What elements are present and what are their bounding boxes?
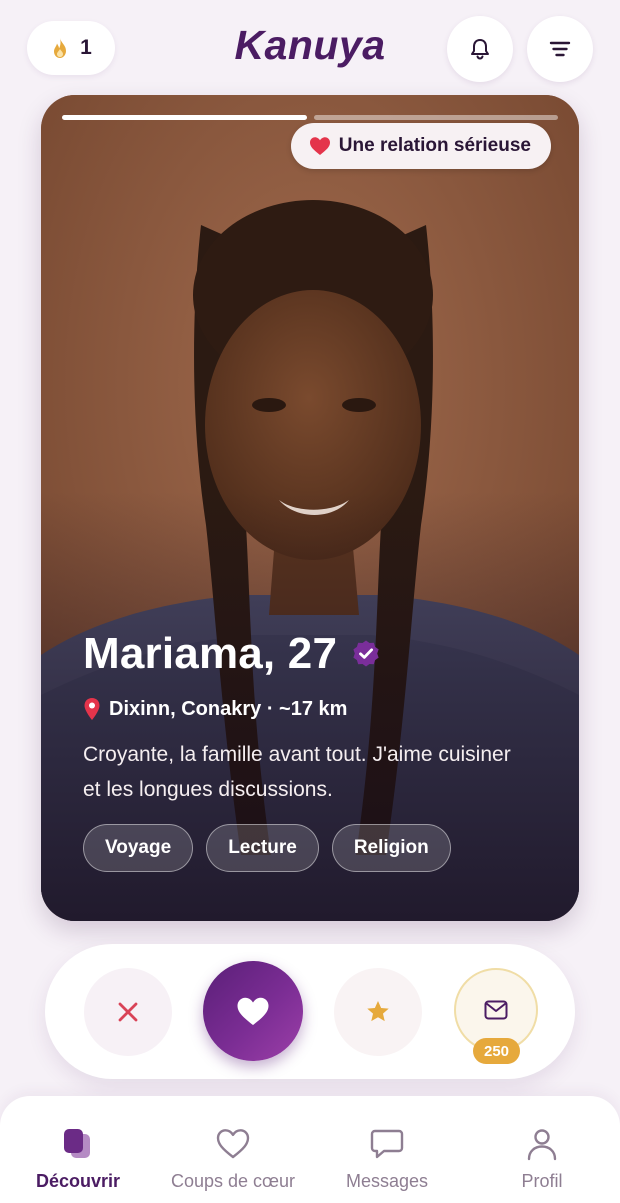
like-button[interactable] [203, 961, 303, 1061]
nav-coups-de-coeur[interactable]: Coups de cœur [167, 1096, 299, 1203]
verified-badge-icon [351, 639, 381, 669]
profile-card[interactable]: Une relation sérieuse Mariama, 27 Dixinn… [41, 95, 579, 921]
action-bar: 250 [45, 944, 575, 1079]
super-like-button[interactable] [334, 968, 422, 1056]
notifications-button[interactable] [447, 16, 513, 82]
nav-label: Découvrir [35, 1171, 121, 1191]
nav-label: Coups de cœur [170, 1171, 296, 1191]
interest-tag: Lecture [206, 824, 319, 872]
profile-location: Dixinn, Conakry · ~17 km [109, 697, 348, 720]
message-envelope-icon [484, 1000, 508, 1020]
nav-label: Messages [345, 1171, 429, 1191]
location-pin-icon [84, 698, 100, 720]
discover-icon [64, 1129, 90, 1158]
person-icon [527, 1129, 557, 1161]
pass-icon [118, 1002, 138, 1022]
nav-profil[interactable]: Profil [508, 1096, 576, 1203]
nav-label: Profil [521, 1171, 563, 1191]
filters-button[interactable] [527, 16, 593, 82]
photo-progress-segment [62, 115, 307, 120]
filter-icon [549, 41, 571, 57]
bell-icon [471, 39, 489, 60]
interest-tags: Voyage Lecture Religion [83, 824, 549, 872]
chat-bubble-icon [370, 1129, 404, 1159]
relationship-intent-badge: Une relation sérieuse [290, 123, 551, 169]
photo-progress-segment [313, 115, 558, 120]
intent-label: Une relation sérieuse [338, 135, 531, 156]
app-screen: 1 Kanuya Une relation sérieuse Mariama, … [0, 0, 620, 1203]
profile-info: Mariama, 27 Dixinn, Conakry · ~17 km Cro… [83, 629, 549, 872]
pass-button[interactable] [84, 968, 172, 1056]
bottom-navigation: Découvrir Coups de cœur Messages Profil [0, 1096, 620, 1203]
message-cost-badge: 250 [473, 1038, 520, 1064]
profile-bio: Croyante, la famille avant tout. J'aime … [83, 743, 511, 801]
heart-outline-icon [216, 1129, 250, 1159]
photo-progress [62, 115, 558, 120]
profile-name-age: Mariama, 27 [83, 629, 338, 678]
nav-messages[interactable]: Messages [340, 1096, 434, 1203]
interest-tag: Religion [331, 824, 451, 872]
nav-decouvrir[interactable]: Découvrir [36, 1096, 120, 1203]
like-heart-icon [237, 997, 269, 1025]
heart-icon [309, 137, 330, 155]
super-like-star-icon [367, 1000, 389, 1022]
interest-tag: Voyage [83, 824, 194, 872]
